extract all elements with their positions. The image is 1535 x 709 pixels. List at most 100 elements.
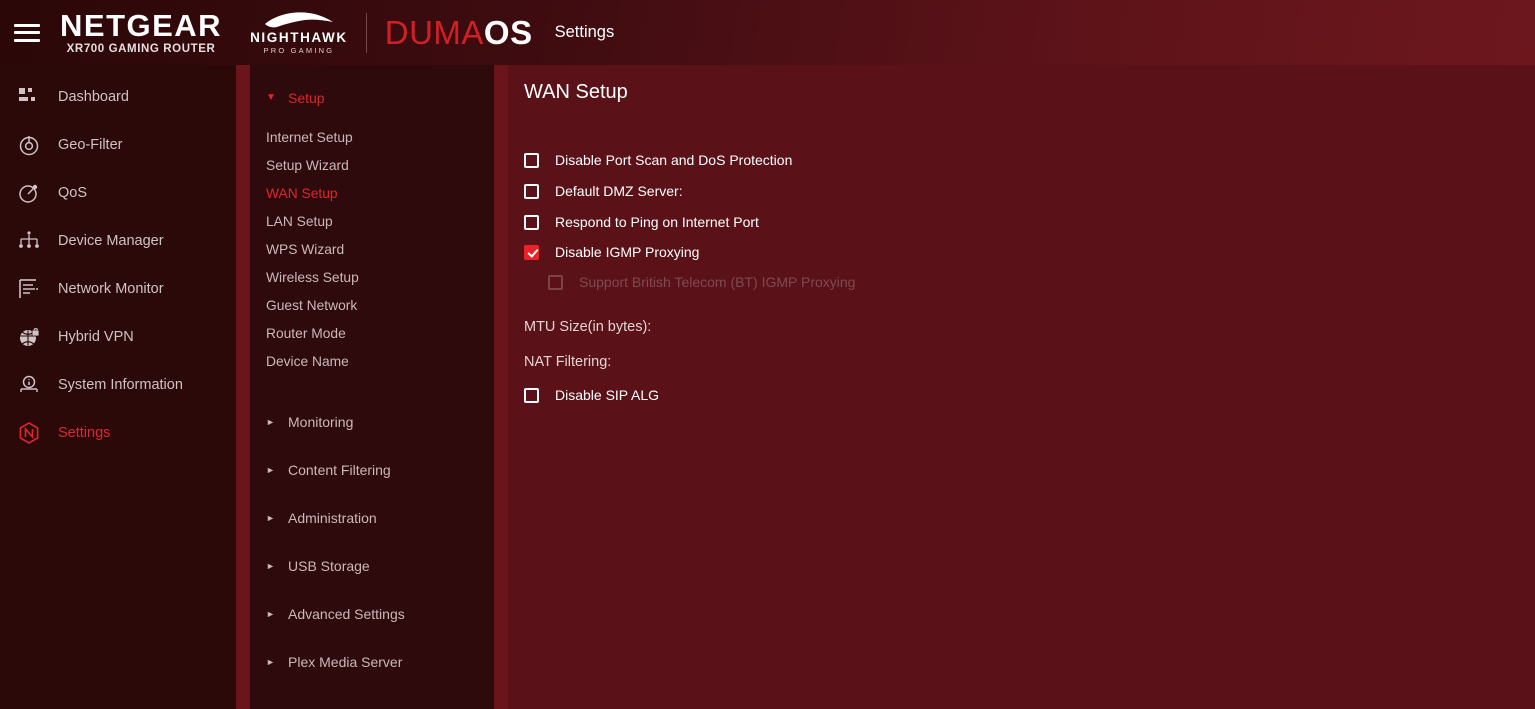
secondary-menu: ▼ Setup Internet Setup Setup Wizard WAN … (250, 65, 494, 709)
label-disable-port-scan: Disable Port Scan and DoS Protection (555, 152, 793, 168)
label-mtu-size: MTU Size(in bytes): (524, 319, 652, 335)
submenu-item-label: Wireless Setup (266, 269, 359, 285)
primary-sidebar: Dashboard Geo-Filter QoS Device Manager … (0, 65, 236, 709)
submenu-item-wireless-setup[interactable]: Wireless Setup (250, 263, 494, 291)
caret-right-icon: ► (266, 464, 275, 475)
submenu-group-label: Advanced Settings (288, 606, 405, 622)
submenu-item-device-name[interactable]: Device Name (250, 347, 494, 375)
secondary-menu-panel: ▼ Setup Internet Setup Setup Wizard WAN … (236, 65, 508, 709)
netgear-n-icon (14, 419, 44, 447)
hamburger-icon[interactable] (14, 23, 40, 42)
sidebar-label: Dashboard (58, 89, 129, 105)
sidebar-item-settings[interactable]: Settings (0, 409, 236, 457)
hawk-swoosh-icon (263, 11, 335, 29)
caret-right-icon: ► (266, 656, 275, 667)
header-divider (365, 12, 367, 53)
caret-right-icon: ► (266, 512, 275, 523)
router-model: XR700 GAMING ROUTER (66, 42, 216, 55)
submenu-group-label: Content Filtering (288, 462, 391, 478)
submenu-group-label: Administration (288, 510, 377, 526)
label-support-bt-igmp-proxying: Support British Telecom (BT) IGMP Proxyi… (579, 274, 856, 290)
submenu-group-monitoring[interactable]: ► Monitoring (250, 407, 494, 437)
checkbox-default-dmz-server[interactable] (524, 183, 539, 199)
nighthawk-logo: NIGHTHAWK PRO GAMING (250, 11, 348, 55)
sidebar-item-geo-filter[interactable]: Geo-Filter (0, 121, 236, 169)
row-bt-igmp-proxying: Support British Telecom (BT) IGMP Proxyi… (524, 267, 1524, 297)
submenu-group-setup[interactable]: ▼ Setup (250, 83, 494, 113)
sidebar-item-dashboard[interactable]: Dashboard (0, 73, 236, 121)
wan-setup-form: Disable Port Scan and DoS Protection Def… (524, 145, 1524, 410)
submenu-group-label: Setup (288, 90, 325, 106)
row-respond-ping: Respond to Ping on Internet Port (524, 207, 1524, 237)
dumaos-logo: DUMA OS (385, 14, 533, 52)
submenu-group-content-filtering[interactable]: ► Content Filtering (250, 455, 494, 485)
header-section-title: Settings (554, 23, 615, 41)
label-respond-to-ping: Respond to Ping on Internet Port (555, 214, 759, 230)
submenu-item-lan-setup[interactable]: LAN Setup (250, 207, 494, 235)
dumaos-os: OS (483, 13, 533, 51)
row-igmp-proxying: Disable IGMP Proxying (524, 237, 1524, 267)
page-title: WAN Setup (524, 81, 628, 103)
hybrid-vpn-icon (14, 323, 44, 351)
row-sip-alg: Disable SIP ALG (524, 380, 1524, 410)
nighthawk-name: NIGHTHAWK (250, 29, 348, 45)
sidebar-item-qos[interactable]: QoS (0, 169, 236, 217)
sidebar-label: Settings (58, 425, 111, 441)
checkbox-support-bt-igmp-proxying[interactable] (548, 274, 563, 290)
sidebar-item-hybrid-vpn[interactable]: Hybrid VPN (0, 313, 236, 361)
system-information-icon (14, 371, 44, 399)
checkbox-disable-igmp-proxying[interactable] (524, 244, 539, 260)
sidebar-item-device-manager[interactable]: Device Manager (0, 217, 236, 265)
caret-right-icon: ► (266, 560, 275, 571)
row-mtu-size: MTU Size(in bytes): 1500 (524, 310, 1524, 344)
submenu-item-label: Device Name (266, 353, 349, 369)
checkbox-disable-sip-alg[interactable] (524, 387, 539, 403)
submenu-item-label: LAN Setup (266, 213, 333, 229)
submenu-item-label: Guest Network (266, 297, 358, 313)
label-nat-filtering: NAT Filtering: (524, 354, 612, 370)
row-port-scan: Disable Port Scan and DoS Protection (524, 145, 1524, 175)
label-default-dmz-server: Default DMZ Server: (555, 183, 683, 199)
submenu-item-label: Setup Wizard (266, 157, 349, 173)
row-nat-filtering: NAT Filtering: Secured Open (524, 344, 1524, 380)
submenu-item-internet-setup[interactable]: Internet Setup (250, 123, 494, 151)
sidebar-item-network-monitor[interactable]: Network Monitor (0, 265, 236, 313)
dumaos-duma: DUMA (384, 13, 484, 51)
row-dmz-server: Default DMZ Server: 192 . 168 . 1 . (524, 175, 1524, 207)
submenu-group-label: Plex Media Server (288, 654, 403, 670)
network-monitor-icon (14, 275, 44, 303)
device-manager-icon (14, 227, 44, 255)
qos-icon (14, 179, 44, 207)
main-content: WAN Setup Disable Port Scan and DoS Prot… (508, 65, 1535, 709)
sidebar-label: Geo-Filter (58, 137, 123, 153)
checkbox-respond-to-ping[interactable] (524, 214, 539, 230)
brand-name: NETGEAR (60, 7, 223, 43)
sidebar-label: System Information (58, 377, 183, 393)
submenu-item-label: WAN Setup (266, 185, 338, 201)
submenu-item-label: Internet Setup (266, 129, 353, 145)
submenu-item-wps-wizard[interactable]: WPS Wizard (250, 235, 494, 263)
sidebar-label: Hybrid VPN (58, 329, 134, 345)
submenu-group-usb-storage[interactable]: ► USB Storage (250, 551, 494, 581)
submenu-item-wan-setup[interactable]: WAN Setup (250, 179, 494, 207)
sidebar-label: Network Monitor (58, 281, 164, 297)
label-disable-sip-alg: Disable SIP ALG (555, 387, 660, 403)
submenu-item-router-mode[interactable]: Router Mode (250, 319, 494, 347)
submenu-group-plex-media-server[interactable]: ► Plex Media Server (250, 647, 494, 677)
geo-filter-icon (14, 131, 44, 159)
submenu-group-advanced-settings[interactable]: ► Advanced Settings (250, 599, 494, 629)
submenu-group-label: USB Storage (288, 558, 370, 574)
sidebar-label: Device Manager (58, 233, 164, 249)
submenu-item-label: Router Mode (266, 325, 346, 341)
caret-right-icon: ► (266, 608, 275, 619)
app-header: NETGEAR XR700 GAMING ROUTER NIGHTHAWK PR… (0, 0, 1535, 65)
submenu-item-guest-network[interactable]: Guest Network (250, 291, 494, 319)
submenu-group-label: Monitoring (288, 414, 354, 430)
sidebar-item-system-information[interactable]: System Information (0, 361, 236, 409)
submenu-group-administration[interactable]: ► Administration (250, 503, 494, 533)
submenu-item-setup-wizard[interactable]: Setup Wizard (250, 151, 494, 179)
caret-down-icon: ▼ (266, 92, 276, 103)
sidebar-label: QoS (58, 185, 88, 201)
caret-right-icon: ► (266, 416, 275, 427)
checkbox-disable-port-scan[interactable] (524, 152, 539, 168)
